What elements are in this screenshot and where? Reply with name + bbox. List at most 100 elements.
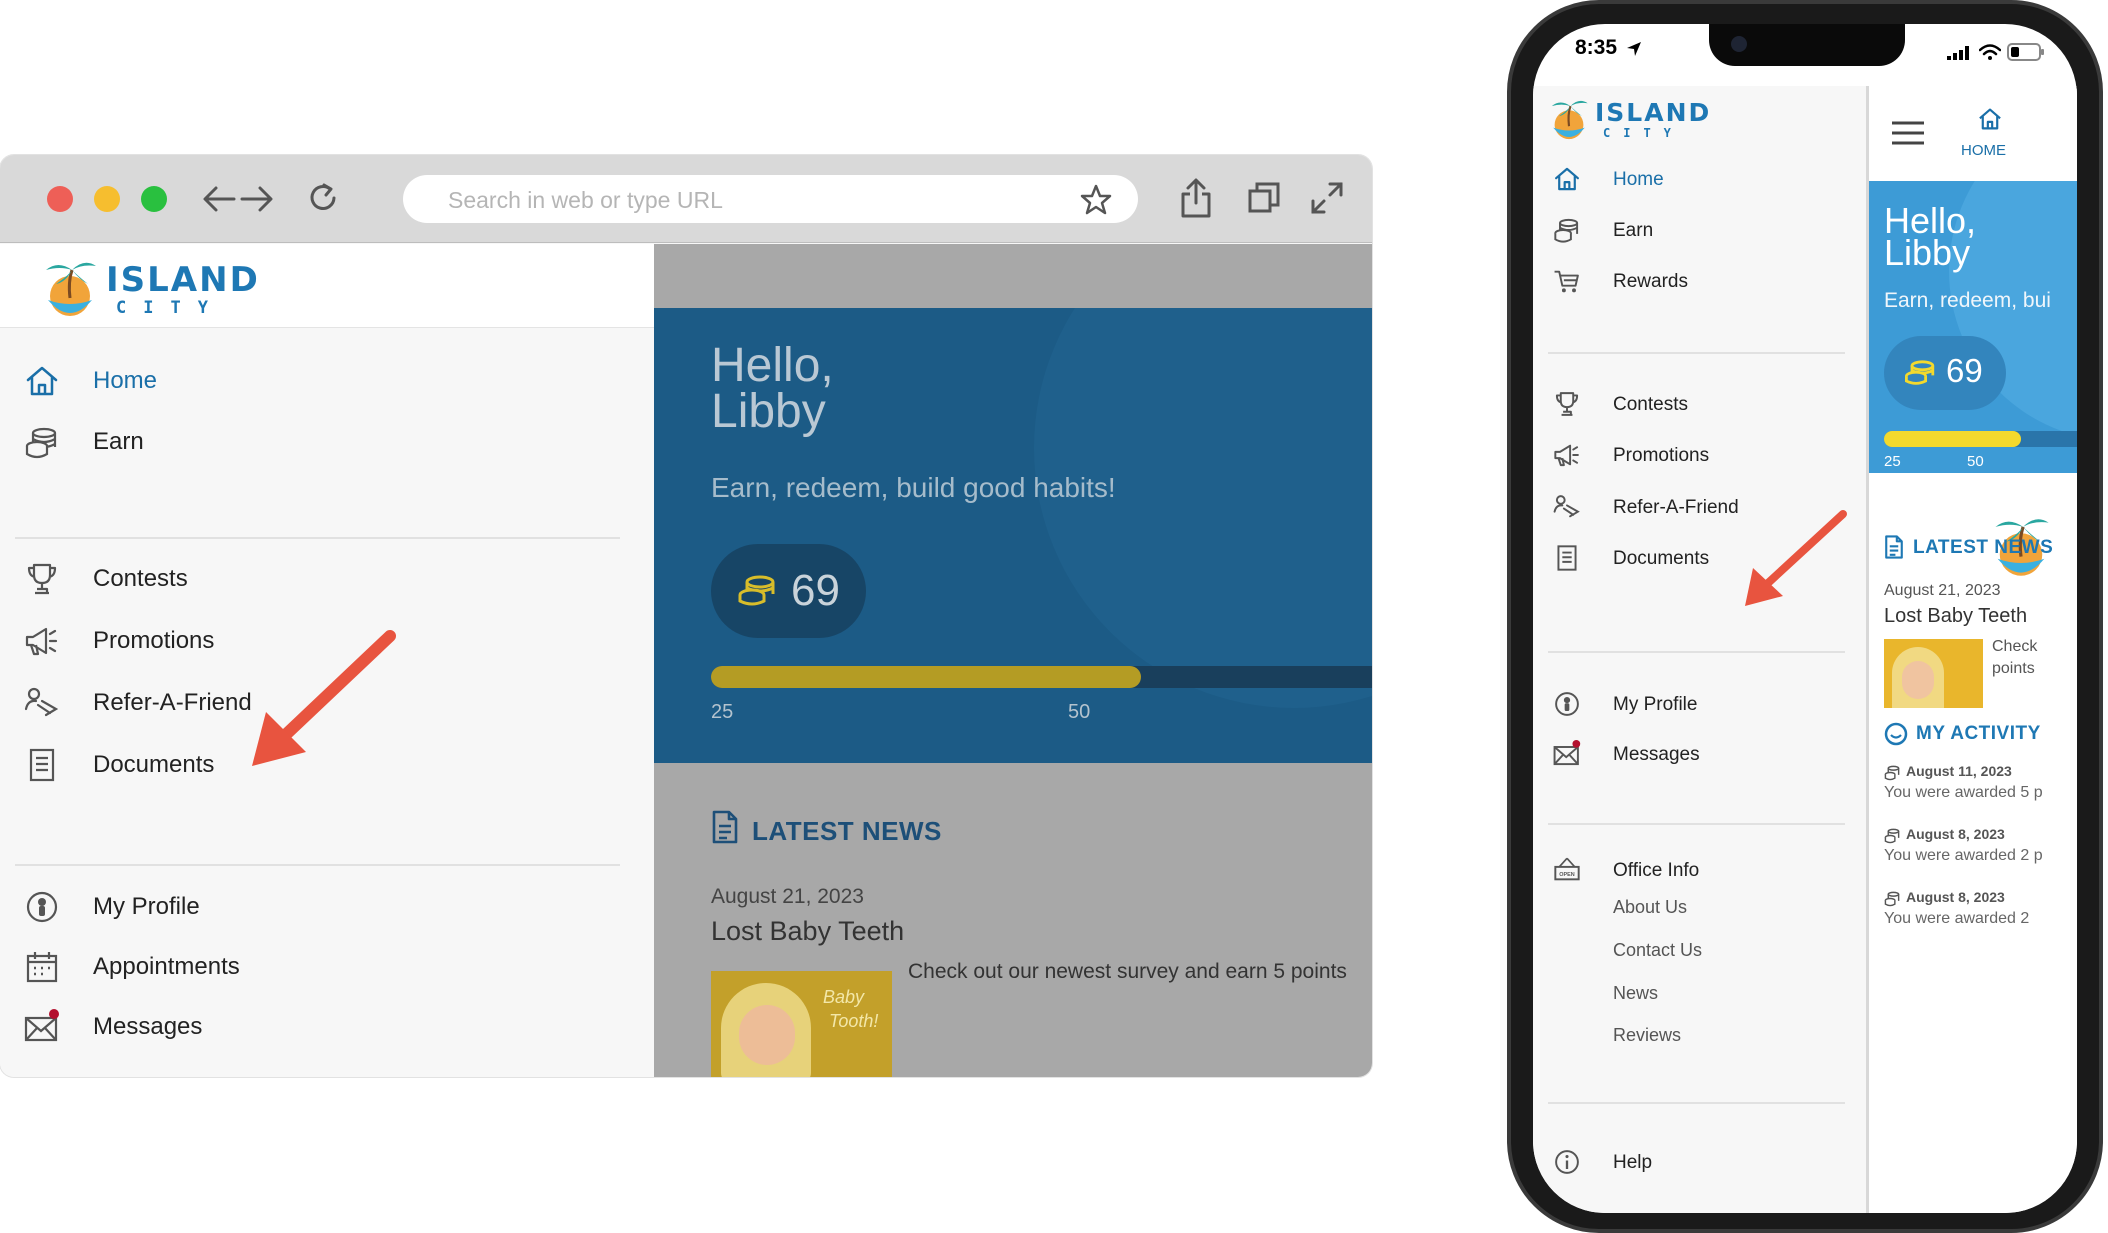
open-sign-icon: OPEN [1554, 857, 1580, 881]
news-thumbnail[interactable] [1884, 639, 1983, 708]
points-badge[interactable]: 69 [711, 544, 866, 638]
sidebar-item-earn[interactable]: Earn [1533, 212, 1866, 248]
news-title[interactable]: Lost Baby Teeth [1884, 605, 2027, 628]
sidebar-subitem-news[interactable]: News [1613, 983, 1658, 1004]
minimize-window-button[interactable] [94, 186, 120, 212]
cart-icon [1554, 270, 1579, 293]
island-logo-icon [1551, 100, 1588, 140]
home-icon[interactable] [1977, 106, 2003, 132]
home-icon [26, 366, 58, 396]
sidebar-item-promotions[interactable]: Promotions [1533, 437, 1866, 473]
home-icon [1555, 167, 1579, 191]
sidebar-divider [1548, 352, 1845, 354]
coins-icon [1884, 765, 1900, 781]
share-icon[interactable] [1180, 177, 1212, 219]
back-arrow-icon[interactable] [202, 185, 236, 213]
greeting-line-2: Libby [711, 385, 826, 438]
notification-dot [1572, 740, 1581, 748]
phone-frame: 8:35 ISLAND CITY Home Earn Rewards Conte… [1507, 0, 2103, 1233]
points-value: 69 [1946, 352, 1983, 389]
fullscreen-icon[interactable] [1310, 181, 1344, 215]
island-logo-icon [46, 262, 96, 316]
sidebar-subitem-reviews[interactable]: Reviews [1613, 1025, 1681, 1046]
sidebar-subitem-contact-us[interactable]: Contact Us [1613, 940, 1702, 961]
activity-date: August 8, 2023 [1906, 826, 2005, 842]
greeting-line-2: Libby [1884, 232, 1971, 273]
sidebar-item-appointments[interactable]: Appointments [0, 943, 654, 989]
news-body: Check out our newest survey and earn 5 p… [908, 960, 1347, 983]
sidebar-item-label: Earn [93, 428, 144, 455]
sidebar-item-label: My Profile [93, 893, 200, 920]
sidebar-item-label: My Profile [1613, 694, 1698, 715]
sidebar-item-label: Contests [1613, 394, 1688, 415]
sidebar-item-rewards[interactable]: Rewards [1533, 263, 1866, 299]
coins-icon [1554, 218, 1579, 243]
megaphone-icon [1554, 444, 1579, 467]
wifi-icon [1979, 44, 2001, 60]
sidebar-item-messages[interactable]: Messages [1533, 736, 1866, 772]
close-window-button[interactable] [47, 186, 73, 212]
sidebar-item-contests[interactable]: Contests [1533, 386, 1866, 422]
url-placeholder: Search in web or type URL [448, 187, 723, 213]
signal-icon [1947, 46, 1969, 60]
profile-icon [1555, 692, 1579, 716]
activity-date: August 11, 2023 [1906, 763, 2012, 779]
sidebar-item-label: Appointments [93, 953, 240, 980]
sidebar-item-home[interactable]: Home [1533, 161, 1866, 197]
hero-tagline: Earn, redeem, bui [1884, 289, 2051, 312]
news-title[interactable]: Lost Baby Teeth [711, 916, 904, 947]
sidebar-subitem-about-us[interactable]: About Us [1613, 897, 1687, 918]
info-icon [1555, 1150, 1579, 1174]
coins-icon [738, 575, 775, 606]
progress-tick-25: 25 [1884, 453, 1901, 470]
sidebar-item-label: Documents [93, 751, 215, 778]
url-bar[interactable]: Search in web or type URL [403, 175, 1138, 223]
location-arrow-icon [1627, 42, 1641, 56]
points-badge[interactable]: 69 [1884, 336, 2006, 410]
browser-window: Search in web or type URL ISLAND CITY Ho… [0, 155, 1372, 1077]
news-date: August 21, 2023 [711, 885, 864, 908]
activity-text: You were awarded 5 p [1884, 784, 2043, 801]
sidebar-item-office-info[interactable]: OPEN Office Info [1533, 852, 1866, 888]
hamburger-menu-icon[interactable] [1891, 120, 1925, 146]
progress-fill [711, 666, 1141, 688]
sidebar-divider [1548, 1102, 1845, 1104]
trophy-icon [27, 563, 57, 595]
progress-fill [1884, 431, 2022, 447]
sidebar-item-label: Office Info [1613, 860, 1700, 881]
phone-screen: 8:35 ISLAND CITY Home Earn Rewards Conte… [1533, 24, 2077, 1213]
activity-text: You were awarded 2 p [1884, 847, 2043, 864]
phone-notch [1709, 24, 1905, 66]
latest-news-heading: LATEST NEWS [1913, 537, 2054, 558]
sidebar-item-messages[interactable]: Messages [0, 1003, 654, 1049]
sidebar-item-label: Promotions [93, 627, 215, 654]
news-body: Check [1992, 638, 2038, 655]
forward-arrow-icon[interactable] [240, 185, 274, 213]
sidebar-item-home[interactable]: Home [0, 357, 654, 403]
sidebar-divider [1548, 651, 1845, 653]
sidebar-item-contests[interactable]: Contests [0, 555, 654, 601]
sidebar-item-label: Rewards [1613, 271, 1688, 292]
hero-tagline: Earn, redeem, build good habits! [711, 472, 1116, 503]
trophy-icon [1555, 392, 1579, 416]
status-time: 8:35 [1575, 36, 1618, 59]
news-thumbnail[interactable]: Baby Tooth! [711, 971, 892, 1077]
tabs-icon[interactable] [1247, 181, 1281, 215]
browser-toolbar: Search in web or type URL [0, 155, 1372, 243]
sidebar-item-label: Refer-A-Friend [93, 689, 252, 716]
svg-text:OPEN: OPEN [1559, 872, 1574, 878]
coins-icon [25, 427, 57, 459]
sidebar-item-my-profile[interactable]: My Profile [1533, 686, 1866, 722]
maximize-window-button[interactable] [141, 186, 167, 212]
hero-banner: Hello, Libby Earn, redeem, build good ha… [654, 308, 1372, 763]
progress-tick-25: 25 [711, 701, 734, 723]
topbar-home-label[interactable]: HOME [1961, 142, 2006, 159]
news-document-icon [1885, 535, 1903, 559]
sidebar-item-my-profile[interactable]: My Profile [0, 883, 654, 929]
reload-icon[interactable] [306, 181, 340, 215]
annotation-arrow [1745, 510, 1847, 606]
bookmark-star-icon[interactable] [1080, 184, 1112, 216]
sidebar-item-earn[interactable]: Earn [0, 418, 654, 464]
sidebar-item-help[interactable]: Help [1533, 1144, 1866, 1180]
my-activity-heading: MY ACTIVITY [1916, 723, 2041, 744]
